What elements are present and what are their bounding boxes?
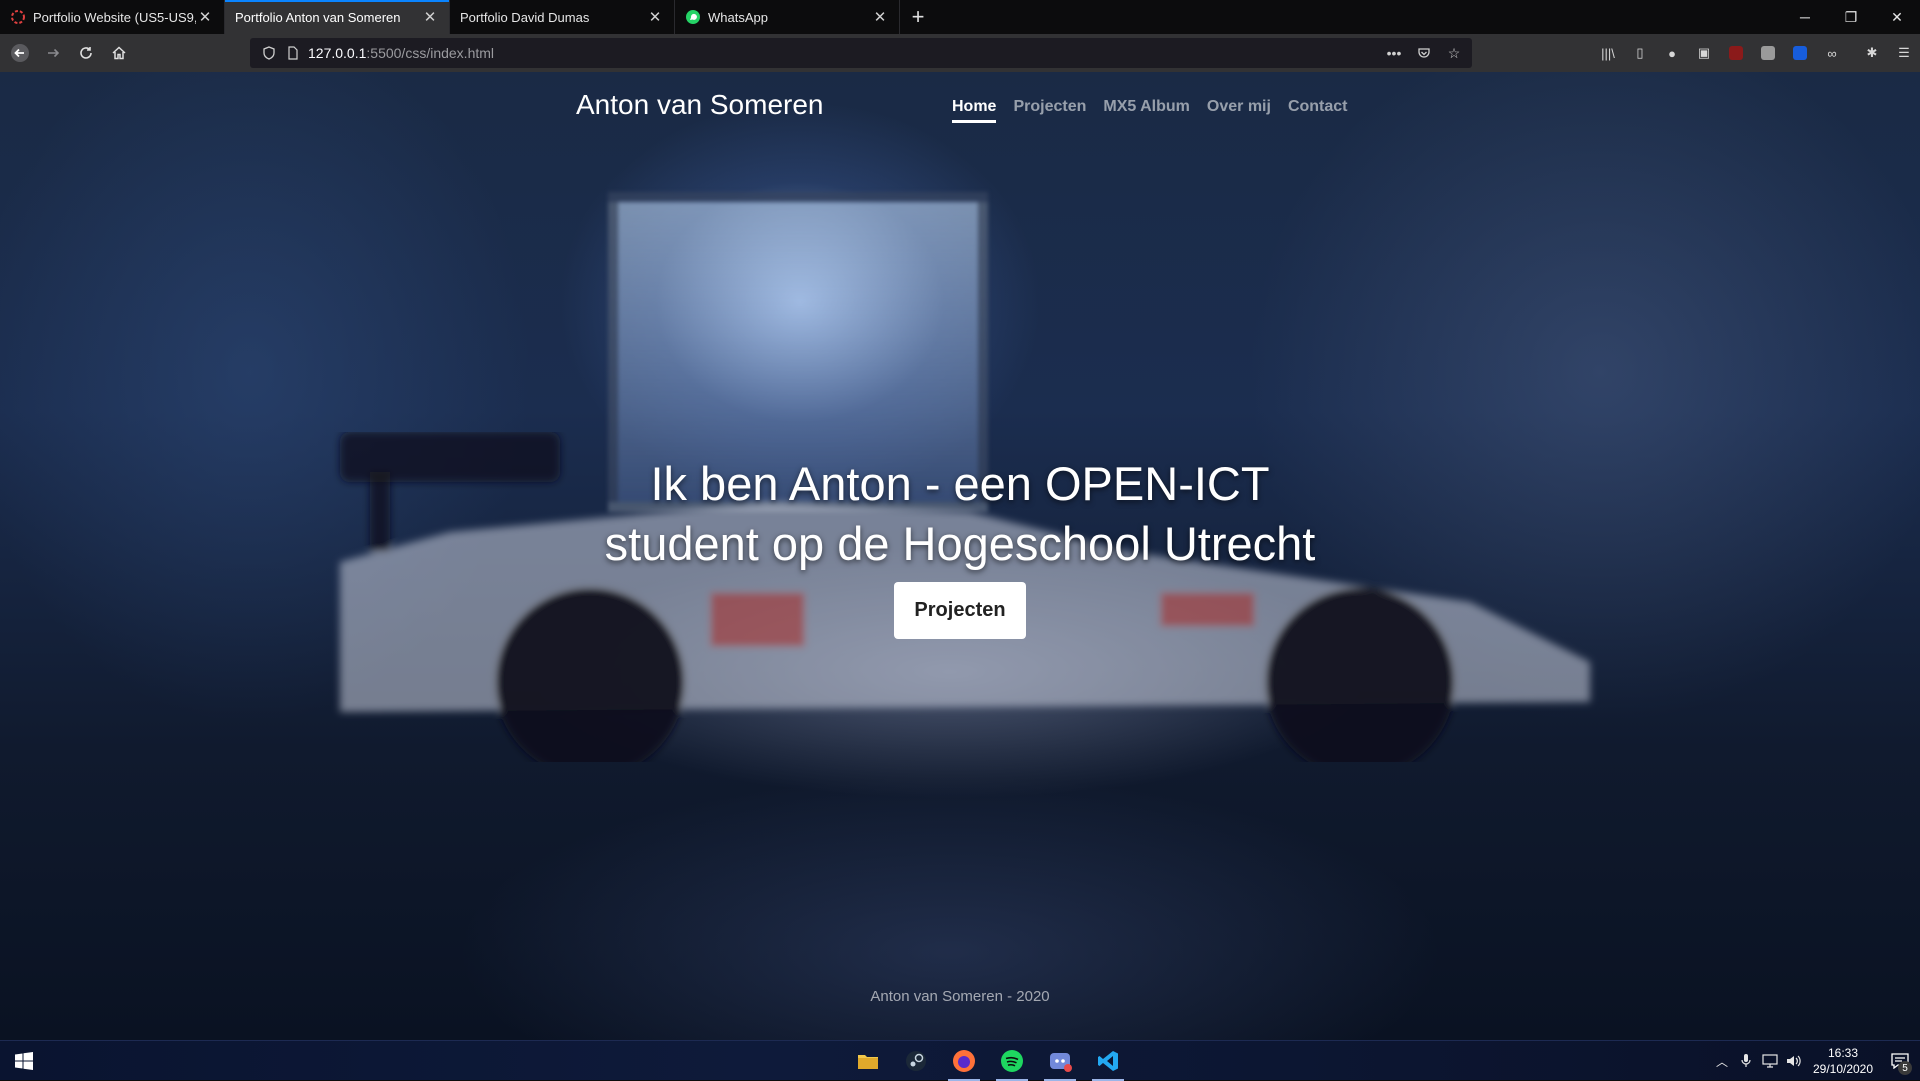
ublock-icon[interactable] xyxy=(1720,38,1752,68)
extensions-puzzle-icon[interactable]: ✱ xyxy=(1856,38,1888,68)
site-menu: Home Projecten MX5 Album Over mij Contac… xyxy=(952,98,1348,123)
extension-tab-icon[interactable]: ▣ xyxy=(1688,38,1720,68)
close-tab-icon[interactable]: ✕ xyxy=(421,8,439,26)
close-tab-icon[interactable]: ✕ xyxy=(871,8,889,26)
hero-headline: Ik ben Anton - een OPEN-ICT student op d… xyxy=(0,454,1920,574)
menu-item-contact[interactable]: Contact xyxy=(1288,98,1348,116)
steam-icon[interactable] xyxy=(892,1041,940,1081)
clock-date: 29/10/2020 xyxy=(1812,1062,1874,1076)
library-icon[interactable]: |||\ xyxy=(1592,38,1624,68)
windows-taskbar: ︿ 16:33 29/10/2020 5 xyxy=(0,1040,1920,1081)
url-actions: ••• ☆ xyxy=(1384,43,1464,63)
menu-item-mx5-album[interactable]: MX5 Album xyxy=(1103,98,1190,116)
forward-arrow-icon xyxy=(48,48,60,58)
footer-copyright: Anton van Someren - 2020 xyxy=(870,988,1050,1005)
taskbar-clock[interactable]: 16:33 29/10/2020 xyxy=(1806,1045,1880,1077)
taskbar-apps xyxy=(844,1041,1132,1081)
site-navbar: Anton van Someren Home Projecten MX5 Alb… xyxy=(0,72,1920,144)
page-actions-icon[interactable]: ••• xyxy=(1384,43,1404,63)
tab-whatsapp[interactable]: WhatsApp ✕ xyxy=(675,0,900,34)
tab-portfolio-david[interactable]: Portfolio David Dumas ✕ xyxy=(450,0,675,34)
spotify-icon[interactable] xyxy=(988,1041,1036,1081)
sidebar-icon[interactable]: ▯ xyxy=(1624,38,1656,68)
url-text[interactable]: 127.0.0.1:5500/css/index.html xyxy=(308,45,494,61)
page-info-icon[interactable] xyxy=(284,44,302,62)
menu-item-home[interactable]: Home xyxy=(952,98,997,123)
minimize-icon[interactable]: ─ xyxy=(1782,0,1828,34)
extensions-toolbar: |||\ ▯ ● ▣ ∞ ✱ ☰ xyxy=(1592,38,1920,68)
bookmark-star-icon[interactable]: ☆ xyxy=(1444,43,1464,63)
close-window-icon[interactable]: ✕ xyxy=(1874,0,1920,34)
menu-item-over-mij[interactable]: Over mij xyxy=(1207,98,1271,116)
start-button[interactable] xyxy=(0,1041,48,1081)
vscode-icon[interactable] xyxy=(1084,1041,1132,1081)
pocket-icon[interactable] xyxy=(1414,43,1434,63)
address-bar[interactable]: 127.0.0.1:5500/css/index.html ••• ☆ xyxy=(250,38,1472,68)
page-viewport: Anton van Someren Home Projecten MX5 Alb… xyxy=(0,72,1920,1040)
projecten-button[interactable]: Projecten xyxy=(894,582,1026,639)
system-tray: ︿ 16:33 29/10/2020 5 xyxy=(1710,1041,1920,1081)
home-button[interactable] xyxy=(103,37,135,69)
tab-title: Portfolio Website (US5-US9, US xyxy=(33,9,196,25)
window-controls: ─ ❐ ✕ xyxy=(1782,0,1920,34)
tab-title: Portfolio David Dumas xyxy=(460,9,590,25)
browser-toolbar: 127.0.0.1:5500/css/index.html ••• ☆ |||\… xyxy=(0,34,1920,72)
url-path: :5500/css/index.html xyxy=(366,45,495,61)
restore-icon[interactable]: ❐ xyxy=(1828,0,1874,34)
microphone-icon[interactable] xyxy=(1734,1041,1758,1081)
menu-hamburger-icon[interactable]: ☰ xyxy=(1888,38,1920,68)
url-host: 127.0.0.1 xyxy=(308,45,367,61)
account-icon[interactable]: ● xyxy=(1656,38,1688,68)
notification-count-badge: 5 xyxy=(1898,1061,1912,1075)
menu-item-projecten[interactable]: Projecten xyxy=(1013,98,1086,116)
home-icon xyxy=(112,46,126,60)
new-tab-button[interactable]: + xyxy=(900,0,936,34)
clock-time: 16:33 xyxy=(1827,1046,1859,1060)
forward-button[interactable] xyxy=(37,37,69,69)
extension-gray-icon[interactable] xyxy=(1752,38,1784,68)
bitwarden-icon[interactable] xyxy=(1784,38,1816,68)
windows-logo-icon xyxy=(15,1051,33,1070)
shield-icon[interactable] xyxy=(260,44,278,62)
tab-title: Portfolio Anton van Someren xyxy=(235,9,401,25)
loading-spinner-icon xyxy=(11,10,25,24)
reload-icon xyxy=(80,47,92,59)
file-explorer-icon[interactable] xyxy=(844,1041,892,1081)
volume-icon[interactable] xyxy=(1782,1041,1806,1081)
hero-headline-line2: student op de Hogeschool Utrecht xyxy=(604,517,1316,570)
whatsapp-icon xyxy=(686,10,700,24)
tray-chevron-up-icon[interactable]: ︿ xyxy=(1710,1041,1734,1081)
back-button[interactable] xyxy=(4,37,36,69)
tab-portfolio-website[interactable]: Portfolio Website (US5-US9, US ✕ xyxy=(0,0,225,34)
tab-title: WhatsApp xyxy=(708,9,768,25)
firefox-icon[interactable] xyxy=(940,1041,988,1081)
discord-icon[interactable] xyxy=(1036,1041,1084,1081)
back-arrow-icon xyxy=(11,44,29,62)
action-center-button[interactable]: 5 xyxy=(1880,1041,1920,1081)
close-tab-icon[interactable]: ✕ xyxy=(646,8,664,26)
network-icon[interactable] xyxy=(1758,1041,1782,1081)
tab-strip: Portfolio Website (US5-US9, US ✕ Portfol… xyxy=(0,0,1920,34)
extension-glasses-icon[interactable]: ∞ xyxy=(1816,38,1848,68)
close-tab-icon[interactable]: ✕ xyxy=(196,8,214,26)
site-brand[interactable]: Anton van Someren xyxy=(576,89,824,121)
reload-button[interactable] xyxy=(70,37,102,69)
tab-portfolio-anton[interactable]: Portfolio Anton van Someren ✕ xyxy=(225,0,450,34)
hero-headline-line1: Ik ben Anton - een OPEN-ICT xyxy=(650,457,1270,510)
